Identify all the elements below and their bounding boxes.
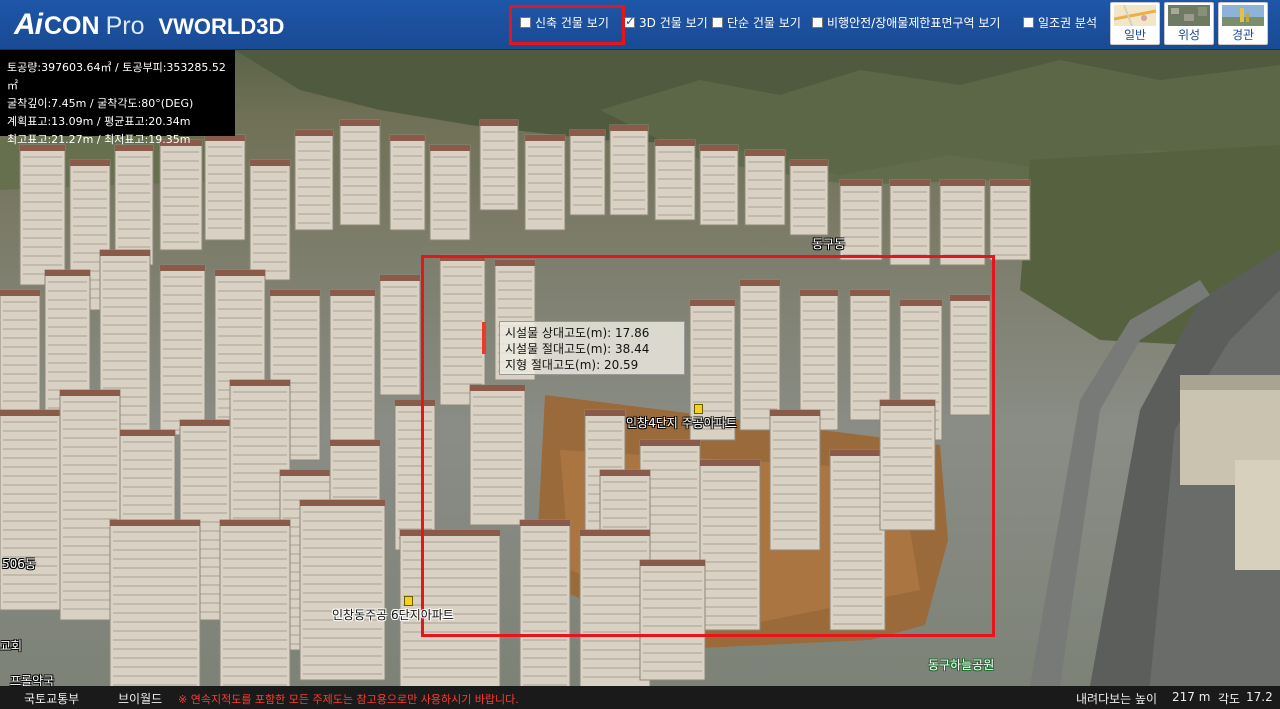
3d-building-checkbox[interactable] xyxy=(624,14,635,28)
option-label: 일조권 분석 xyxy=(1038,15,1098,30)
logo-title: VWORLD3D xyxy=(158,14,285,39)
place-label-dong[interactable]: 동구동 xyxy=(812,235,845,252)
tooltip-absolute-height: 시설물 절대고도(m): 38.44 xyxy=(505,342,650,356)
top-header: Ai CON Pro VWORLD3D 신축 건물 보기 3D 건물 보기 단순… xyxy=(0,0,1280,50)
place-label-left-edge: 교회 xyxy=(0,639,23,653)
sunlight-analysis-checkbox[interactable] xyxy=(1023,16,1034,28)
disclaimer-warning: ※ 연속지적도를 포함한 모든 주제도는 참고용으로만 사용하시기 바랍니다. xyxy=(178,693,519,706)
place-label-506: 506동 xyxy=(2,557,36,571)
vworld-link[interactable]: 브이월드 xyxy=(118,690,162,707)
info-line-volume: 토공량:397603.64㎥ / 토공부피:353285.52㎡ xyxy=(7,61,226,92)
option-simple-building[interactable]: 단순 건물 보기 xyxy=(712,13,801,31)
map-type-label: 위성 xyxy=(1177,28,1201,42)
view-height-label: 내려다보는 높이 xyxy=(1076,692,1158,706)
ministry-logo-text: 국토교통부 xyxy=(24,692,80,706)
map-type-label: 일반 xyxy=(1123,28,1147,42)
tilt-angle-label: 각도 xyxy=(1218,692,1241,706)
poi-pin-icon[interactable] xyxy=(694,404,703,414)
general-map-thumbnail xyxy=(1114,5,1156,26)
place-label-apt4[interactable]: 인창4단지 주공아파트 xyxy=(626,414,737,431)
map-type-label: 경관 xyxy=(1231,28,1255,42)
option-3d-building[interactable]: 3D 건물 보기 xyxy=(624,13,708,31)
flight-safety-checkbox[interactable] xyxy=(812,16,823,28)
option-label: 비행안전/장애물제한표면구역 보기 xyxy=(827,15,1001,30)
place-label-apt6[interactable]: 인창동주공 6단지아파트 xyxy=(332,606,454,623)
map-type-landscape-button[interactable]: 경관 xyxy=(1218,2,1268,45)
earthwork-info-panel: 토공량:397603.64㎥ / 토공부피:353285.52㎡ 굴착깊이:7.… xyxy=(0,50,235,146)
tooltip-terrain-height: 지형 절대고도(m): 20.59 xyxy=(505,358,639,372)
option-label: 단순 건물 보기 xyxy=(727,15,801,30)
site-highlight-box xyxy=(421,255,995,637)
aicon-pro-logo: Ai CON Pro VWORLD3D xyxy=(14,8,284,42)
map-type-satellite-button[interactable]: 위성 xyxy=(1164,2,1214,45)
simple-building-checkbox[interactable] xyxy=(712,16,723,28)
map-type-general-button[interactable]: 일반 xyxy=(1110,2,1160,45)
tilt-angle-value: 17.2 xyxy=(1246,690,1273,704)
elevation-tooltip: 시설물 상대고도(m): 17.86 시설물 절대고도(m): 38.44 지형… xyxy=(499,321,685,375)
logo-mark: Ai xyxy=(14,8,43,41)
info-line-plan-elevation: 계획표고:13.09m / 평균표고:20.34m xyxy=(7,115,191,128)
tooltip-relative-height: 시설물 상대고도(m): 17.86 xyxy=(505,326,650,340)
satellite-map-thumbnail xyxy=(1168,5,1210,26)
landscape-map-thumbnail xyxy=(1222,5,1264,26)
place-label-park[interactable]: 동구하늘공원 xyxy=(928,656,994,673)
height-marker[interactable] xyxy=(482,322,486,354)
bottom-status-bar: 국토교통부 브이월드 ※ 연속지적도를 포함한 모든 주제도는 참고용으로만 사… xyxy=(0,686,1280,709)
option-flight-safety[interactable]: 비행안전/장애물제한표면구역 보기 xyxy=(812,13,1000,31)
info-line-depth: 굴착깊이:7.45m / 굴착각도:80°(DEG) xyxy=(7,97,194,110)
logo-con: CON xyxy=(44,12,100,40)
poi-pin-icon[interactable] xyxy=(404,596,413,606)
logo-pro: Pro xyxy=(105,12,145,40)
option-label: 3D 건물 보기 xyxy=(639,15,708,30)
info-line-max-min-elevation: 최고표고:21.27m / 최저표고:19.35m xyxy=(7,133,191,146)
view-height-value: 217 m xyxy=(1172,690,1211,704)
new-building-highlight-box xyxy=(509,5,625,45)
option-sunlight-analysis[interactable]: 일조권 분석 xyxy=(1023,13,1097,31)
